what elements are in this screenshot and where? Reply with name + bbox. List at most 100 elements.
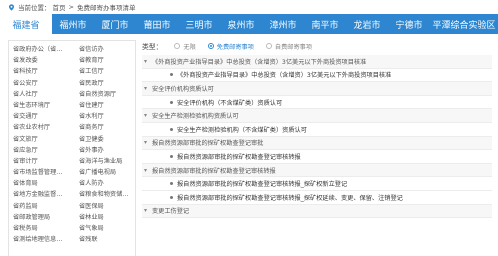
dot-icon	[170, 154, 173, 158]
item-group-row[interactable]: ▾ 报自然资源部审批的探矿权勘查登记审批	[142, 136, 492, 151]
breadcrumb: 当前位置： 首页 > 免费邮寄办事项清单	[0, 0, 498, 14]
filter-option-label: 无限	[183, 43, 196, 51]
item-sub-row[interactable]: 报自然资源部审批的探矿权勘查登记审核转报_探矿权延续、变更、保留、注销登记	[142, 191, 492, 205]
dot-icon	[170, 73, 173, 77]
chevron-down-icon[interactable]: ▾	[142, 139, 152, 146]
sidebar-department-item[interactable]: 省粮食和物资储…	[79, 189, 135, 200]
item-group-row[interactable]: ▾ 《外商投资产业指导目录》中总投资（含增资）3亿美元以下外商投资项目核准	[142, 55, 492, 69]
sidebar-department-item[interactable]: 省应急厅	[13, 145, 71, 156]
item-title: 安全评价机构资质认可	[152, 85, 214, 93]
filter-label: 类型：	[142, 43, 163, 51]
item-group-row[interactable]: ▾ 安全生产检测检验机构资质认可	[142, 109, 492, 123]
sidebar-department-item[interactable]: 省审计厅	[13, 156, 71, 167]
item-title: 《外商投资产业指导目录》中总投资（含增资）3亿美元以下外商投资项目核准	[152, 58, 367, 66]
filter-option-free-mail[interactable]: 免费邮寄事项	[207, 42, 254, 51]
sidebar-department-item[interactable]: 省发改委	[13, 55, 71, 66]
sidebar-department-item[interactable]: 省气象局	[79, 223, 135, 234]
item-title: 变更工伤登记	[152, 208, 190, 216]
sidebar-department-item[interactable]: 省工信厅	[79, 66, 135, 77]
city-tab[interactable]: 福州市	[52, 14, 94, 34]
city-tab[interactable]: 泉州市	[220, 14, 262, 34]
sidebar-department-item[interactable]: 省生态环境厅	[13, 100, 71, 111]
item-title: 安全评价机构（不含煤矿类）资质认可	[177, 99, 283, 107]
location-pin-icon	[8, 3, 15, 11]
city-tab[interactable]: 宁德市	[388, 14, 430, 34]
item-group-row[interactable]: ▾ 安全评价机构资质认可	[142, 82, 492, 96]
item-title: 《外商投资产业指导目录》中总投资（含增资）3亿美元以下外商投资项目核准	[177, 72, 392, 80]
city-tab[interactable]: 厦门市	[94, 14, 136, 34]
city-tab[interactable]: 龙岩市	[346, 14, 388, 34]
sidebar-department-item[interactable]: 省卫健委	[79, 134, 135, 145]
sidebar-department-item[interactable]: 省人社厅	[13, 89, 71, 100]
sidebar-department-item[interactable]: 省税务局	[13, 223, 71, 234]
department-grid: 省政府办公（省… 省信访办 省发改委 省教育厅 省科技厅 省工信厅 省公安厅 省民政厅 省人社厅…	[9, 41, 135, 245]
chevron-down-icon[interactable]: ▾	[142, 207, 152, 214]
item-title: 报自然资源部审批的探矿权勘查登记审核转报	[177, 153, 301, 161]
dot-icon	[170, 100, 173, 104]
sidebar-department-item[interactable]: 省药监局	[13, 201, 71, 212]
sidebar-department-item[interactable]: 省农业农村厅	[13, 122, 71, 133]
item-sub-row[interactable]: 报自然资源部审批的探矿权勘查登记审核转报	[142, 150, 492, 164]
sidebar-department-item[interactable]: 省体育局	[13, 178, 71, 189]
city-tab[interactable]: 三明市	[178, 14, 220, 34]
breadcrumb-separator: >	[68, 3, 74, 11]
filter-option-unlimited[interactable]: 无限	[174, 42, 196, 51]
city-tab[interactable]: 漳州市	[262, 14, 304, 34]
sidebar-department-item[interactable]: 省教育厅	[79, 55, 135, 66]
chevron-down-icon[interactable]: ▾	[142, 85, 152, 92]
sidebar-department-item[interactable]: 省交通厅	[13, 111, 71, 122]
sidebar-department-item[interactable]: 省地方金融监督…	[13, 189, 71, 200]
sidebar-department-item[interactable]: 省商务厅	[79, 122, 135, 133]
sidebar-department-item[interactable]: 省市场监督管理…	[13, 167, 71, 178]
service-item-list: ▾ 《外商投资产业指导目录》中总投资（含增资）3亿美元以下外商投资项目核准 《外商投…	[142, 55, 492, 219]
radio-icon[interactable]	[207, 43, 214, 49]
chevron-down-icon[interactable]: ▾	[142, 58, 152, 65]
radio-icon[interactable]	[265, 43, 272, 49]
city-tab[interactable]: 福建省	[0, 14, 52, 34]
city-tab-bar: 福建省 福州市 厦门市 莆田市 三明市 泉州市 漳州市 南平市 龙岩市 宁德市 …	[0, 14, 498, 34]
item-title: 安全生产检测检验机构资质认可	[152, 113, 239, 121]
city-tab[interactable]: 南平市	[304, 14, 346, 34]
city-tab[interactable]: 平潭综合实验区	[430, 14, 498, 34]
item-title: 报自然资源部审批的探矿权勘查登记审批	[152, 140, 264, 148]
sidebar-department-item[interactable]: 省信访办	[79, 44, 135, 55]
filter-option-label: 自费邮寄事项	[274, 43, 313, 51]
item-sub-row[interactable]: 安全评价机构（不含煤矿类）资质认可	[142, 96, 492, 110]
item-title: 报自然资源部审批的探矿权勘查登记审核转报_探矿权新立登记	[177, 181, 348, 189]
item-group-row[interactable]: ▾ 报自然资源部审批的探矿权勘查登记审核转报	[142, 163, 492, 178]
item-sub-row[interactable]: 安全生产检测检验机构（不含煤矿类）资质认可	[142, 123, 492, 137]
filter-option-paid-mail[interactable]: 自费邮寄事项	[265, 42, 313, 51]
item-sub-row[interactable]: 《外商投资产业指导目录》中总投资（含增资）3亿美元以下外商投资项目核准	[142, 69, 492, 83]
item-sub-row[interactable]: 报自然资源部审批的探矿权勘查登记审核转报_探矿权新立登记	[142, 177, 492, 191]
sidebar-department-item[interactable]: 省医保局	[79, 201, 135, 212]
sidebar-department-item[interactable]: 省住建厅	[79, 100, 135, 111]
sidebar-department-item[interactable]: 省林业局	[79, 212, 135, 223]
sidebar-department-item[interactable]: 省自然资源厅	[79, 89, 135, 100]
sidebar-department-item[interactable]: 省广播电视局	[79, 167, 135, 178]
sidebar-department-item[interactable]: 省政府办公（省…	[13, 44, 71, 55]
sidebar-department-item[interactable]: 省邮政管理局	[13, 212, 71, 223]
sidebar-department-item[interactable]: 省残联	[79, 234, 135, 245]
sidebar-department-item[interactable]: 省测绘地理信息…	[13, 234, 71, 245]
chevron-down-icon[interactable]: ▾	[142, 112, 152, 119]
department-sidebar: 省政府办公（省… 省信访办 省发改委 省教育厅 省科技厅 省工信厅 省公安厅 省民政厅 省人社厅…	[8, 40, 136, 256]
sidebar-department-item[interactable]: 省公安厅	[13, 78, 71, 89]
item-title: 报自然资源部审批的探矿权勘查登记审核转报_探矿权延续、变更、保留、注销登记	[177, 194, 403, 202]
type-filter: 类型： 无限 免费邮寄事项 自费邮寄事项	[142, 40, 498, 52]
sidebar-department-item[interactable]: 省人防办	[79, 178, 135, 189]
radio-icon[interactable]	[174, 43, 181, 49]
item-title: 报自然资源部审批的探矿权勘查登记审核转报	[152, 167, 276, 175]
dot-icon	[170, 127, 173, 131]
chevron-down-icon[interactable]: ▾	[142, 167, 152, 174]
sidebar-department-item[interactable]: 省海洋与渔业局	[79, 156, 135, 167]
filter-option-label: 免费邮寄事项	[216, 43, 254, 51]
item-group-row[interactable]: ▾ 变更工伤登记	[142, 204, 492, 219]
city-tab[interactable]: 莆田市	[136, 14, 178, 34]
sidebar-department-item[interactable]: 省文旅厅	[13, 134, 71, 145]
sidebar-department-item[interactable]: 省科技厅	[13, 66, 71, 77]
dot-icon	[170, 182, 173, 186]
breadcrumb-home-link[interactable]: 首页	[53, 2, 66, 12]
sidebar-department-item[interactable]: 省水利厅	[79, 111, 135, 122]
sidebar-department-item[interactable]: 省外事办	[79, 145, 135, 156]
sidebar-department-item[interactable]: 省民政厅	[79, 78, 135, 89]
